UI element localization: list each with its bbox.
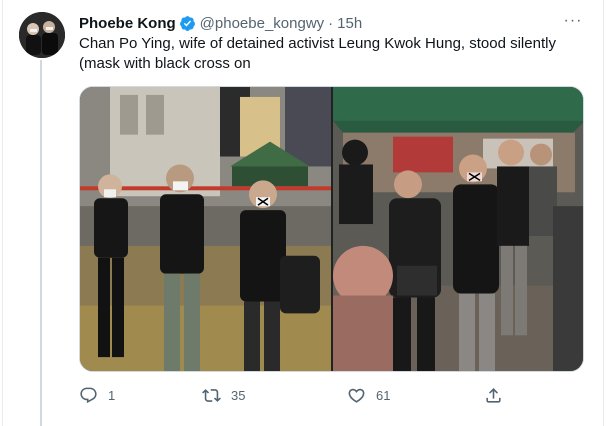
timeline-right-border <box>603 0 604 426</box>
heart-icon <box>347 386 366 405</box>
tweet-text: Chan Po Ying, wife of detained activist … <box>79 35 556 72</box>
photo-protesters-standing[interactable] <box>80 87 331 371</box>
reply-icon <box>79 386 98 405</box>
retweet-button[interactable]: 35 <box>202 384 245 406</box>
like-count: 61 <box>376 387 391 403</box>
more-options-icon[interactable]: ··· <box>562 12 584 32</box>
retweet-count: 35 <box>231 387 246 403</box>
user-handle[interactable]: @phoebe_kongwy <box>200 15 324 32</box>
verified-badge-icon <box>179 15 196 32</box>
avatar-image <box>19 12 65 58</box>
reply-button[interactable]: 1 <box>79 384 115 406</box>
tweet-header: Phoebe Kong @phoebe_kongwy · 15h <box>79 13 362 33</box>
share-icon <box>484 386 503 405</box>
tweet-timestamp[interactable]: 15h <box>337 15 362 32</box>
media-grid[interactable] <box>79 86 584 372</box>
display-name[interactable]: Phoebe Kong <box>79 15 176 32</box>
photo-police-tent[interactable] <box>333 87 583 371</box>
separator-dot: · <box>328 14 334 32</box>
tweet-card: Phoebe Kong @phoebe_kongwy · 15h ··· Cha… <box>0 0 606 426</box>
share-button[interactable] <box>484 384 503 406</box>
avatar[interactable] <box>19 12 65 58</box>
thread-connector-line <box>40 60 42 426</box>
timeline-left-border <box>2 0 3 426</box>
reply-count: 1 <box>108 387 116 403</box>
like-button[interactable]: 61 <box>347 384 390 406</box>
tweet-actions-bar: 1 35 61 <box>79 384 584 406</box>
retweet-icon <box>202 386 221 405</box>
